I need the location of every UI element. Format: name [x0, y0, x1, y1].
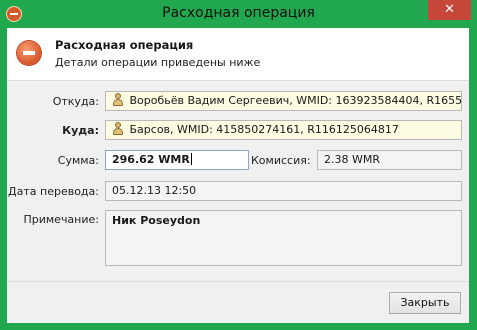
dialog-window: Расходная операция ✕ Расходная операция … — [0, 0, 477, 330]
amount-value: 296.62 WMR — [112, 153, 190, 166]
dialog-footer: Закрыть — [7, 282, 469, 323]
dialog-body: Расходная операция Детали операции приве… — [7, 28, 469, 323]
commission-label: Комиссия: — [251, 154, 311, 167]
commission-field[interactable]: 2.38 WMR — [317, 150, 462, 170]
outgoing-operation-icon — [17, 41, 41, 65]
note-label: Примечание: — [23, 213, 99, 226]
date-label: Дата перевода: — [8, 185, 99, 198]
note-field[interactable]: Ник Poseydon — [105, 210, 462, 266]
person-icon — [112, 122, 124, 136]
date-field[interactable]: 05.12.13 12:50 — [105, 181, 462, 201]
from-field[interactable]: Воробьёв Вадим Сергеевич, WMID: 16392358… — [105, 91, 462, 111]
to-label: Куда: — [62, 124, 99, 137]
window-close-button[interactable]: ✕ — [428, 0, 471, 20]
commission-value: 2.38 WMR — [324, 153, 380, 166]
person-icon — [112, 93, 124, 107]
to-value: Барсов, WMID: 415850274161, R11612506481… — [129, 123, 399, 136]
amount-field[interactable]: 296.62 WMR — [105, 150, 249, 170]
date-value: 05.12.13 12:50 — [112, 184, 197, 197]
dialog-header: Расходная операция Детали операции приве… — [7, 28, 469, 81]
window-title: Расходная операция — [162, 5, 315, 21]
from-label: Откуда: — [52, 95, 99, 108]
header-subtitle: Детали операции приведены ниже — [55, 56, 261, 69]
title-bar[interactable]: Расходная операция ✕ — [0, 0, 477, 28]
close-button[interactable]: Закрыть — [389, 292, 461, 314]
from-value: Воробьёв Вадим Сергеевич, WMID: 16392358… — [129, 94, 462, 107]
amount-label: Сумма: — [57, 154, 99, 167]
header-title: Расходная операция — [55, 38, 194, 52]
to-field[interactable]: Барсов, WMID: 415850274161, R11612506481… — [105, 120, 462, 140]
text-caret — [190, 153, 192, 165]
